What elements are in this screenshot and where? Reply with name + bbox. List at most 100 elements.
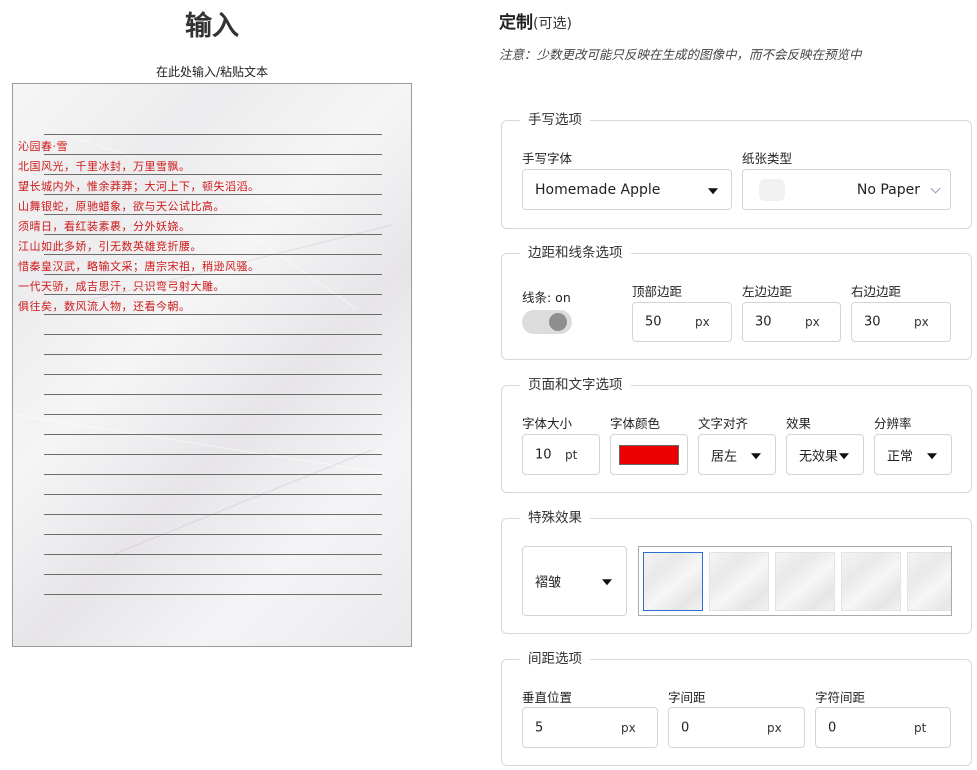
handwriting-options-legend: 手写选项 (520, 111, 590, 129)
font-size-value: 10 (535, 447, 552, 462)
color-swatch (619, 445, 679, 465)
word-spacing-label: 字间距 (668, 690, 706, 705)
handwritten-line: 俱往矣，数风流人物，还看今朝。 (18, 300, 191, 313)
right-margin-input[interactable]: 30 px (851, 302, 951, 342)
resolution-select[interactable]: 正常 (874, 434, 952, 475)
effect-thumbnail[interactable] (709, 552, 769, 611)
text-align-value: 居左 (711, 449, 738, 464)
ruled-line (44, 594, 382, 595)
effect-value: 无效果 (799, 449, 839, 464)
ruled-line (44, 314, 382, 315)
vertical-position-unit: px (621, 720, 636, 735)
font-color-picker[interactable] (610, 434, 688, 475)
ruled-line (44, 254, 382, 255)
left-margin-unit: px (805, 315, 820, 329)
handwriting-font-label: 手写字体 (522, 151, 573, 166)
effect-thumbnail[interactable] (775, 552, 835, 611)
paper-preview[interactable]: 沁园春·雪 北国风光，千里冰封，万里雪飘。 望长城内外，惟余莽莽；大河上下，顿失… (12, 83, 412, 647)
paper-type-value: No Paper (856, 181, 920, 198)
handwritten-line: 山舞银蛇，原驰蜡象，欲与天公试比高。 (18, 200, 225, 213)
lines-toggle[interactable] (522, 310, 572, 334)
effect-thumbnail[interactable] (643, 552, 703, 611)
ruled-line (44, 574, 382, 575)
caret-down-icon (751, 452, 761, 459)
resolution-label: 分辨率 (874, 416, 912, 431)
char-spacing-value: 0 (828, 720, 837, 735)
handwritten-line: 须晴日，看红装素裹，分外妖娆。 (18, 220, 191, 233)
chevron-down-icon (930, 183, 941, 194)
char-spacing-input[interactable]: 0 pt (815, 707, 951, 748)
special-effects-legend: 特殊效果 (520, 509, 590, 527)
word-spacing-unit: px (767, 720, 782, 735)
ruled-line (44, 134, 382, 135)
effect-select[interactable]: 无效果 (786, 434, 864, 475)
top-margin-label: 顶部边距 (632, 284, 683, 299)
effect-thumbnail[interactable] (841, 552, 901, 611)
word-spacing-input[interactable]: 0 px (668, 707, 805, 748)
right-margin-unit: px (914, 315, 929, 329)
customize-heading: 定制(可选) (499, 8, 572, 33)
handwritten-line: 望长城内外，惟余莽莽；大河上下，顿失滔滔。 (18, 180, 260, 193)
page-text-options-legend: 页面和文字选项 (520, 376, 631, 394)
resolution-value: 正常 (887, 449, 914, 464)
right-margin-value: 30 (864, 314, 881, 330)
special-effect-value: 褶皱 (535, 575, 562, 591)
font-color-label: 字体颜色 (610, 416, 661, 431)
ruled-line (44, 174, 382, 175)
ruled-line (44, 454, 382, 455)
preview-notice: 注意：少数更改可能只反映在生成的图像中，而不会反映在预览中 (499, 47, 862, 62)
left-margin-value: 30 (755, 314, 772, 330)
spacing-options-legend: 间距选项 (520, 650, 590, 668)
special-effect-select[interactable]: 褶皱 (522, 546, 627, 616)
ruled-line (44, 434, 382, 435)
customize-title: 定制 (499, 13, 533, 33)
handwriting-options-group: 手写选项 手写字体 Homemade Apple 纸张类型 No Paper (501, 111, 972, 229)
toggle-knob (549, 313, 567, 331)
caret-down-icon (708, 187, 718, 194)
paper-type-select[interactable]: No Paper (742, 169, 951, 210)
lines-toggle-label: 线条: on (522, 290, 571, 305)
paper-type-label: 纸张类型 (742, 151, 793, 166)
font-size-input[interactable]: 10 pt (522, 434, 600, 475)
effect-thumbnail[interactable] (907, 552, 951, 611)
vertical-position-input[interactable]: 5 px (522, 707, 658, 748)
ruled-line (44, 474, 382, 475)
ruled-line (44, 194, 382, 195)
font-size-unit: pt (565, 447, 578, 462)
left-margin-input[interactable]: 30 px (742, 302, 841, 342)
top-margin-unit: px (695, 315, 710, 329)
paper-thumbnail-icon (759, 179, 785, 201)
handwriting-font-select[interactable]: Homemade Apple (522, 169, 732, 210)
top-margin-input[interactable]: 50 px (632, 302, 732, 342)
handwritten-line: 一代天骄，成吉思汗，只识弯弓射大雕。 (18, 280, 225, 293)
handwritten-line: 江山如此多娇，引无数英雄竞折腰。 (18, 240, 202, 253)
effect-thumbnail-strip[interactable] (638, 546, 952, 616)
effect-label: 效果 (786, 416, 812, 431)
customize-optional: (可选) (533, 16, 572, 32)
ruled-line (44, 334, 382, 335)
text-align-select[interactable]: 居左 (698, 434, 776, 475)
char-spacing-unit: pt (914, 720, 927, 735)
vertical-position-value: 5 (535, 720, 544, 735)
caret-down-icon (927, 452, 937, 459)
ruled-line (44, 234, 382, 235)
margin-options-legend: 边距和线条选项 (520, 244, 631, 262)
font-size-label: 字体大小 (522, 416, 573, 431)
handwritten-line: 北国风光，千里冰封，万里雪飘。 (18, 160, 191, 173)
handwritten-line: 沁园春·雪 (18, 140, 68, 153)
ruled-line (44, 494, 382, 495)
handwritten-line: 惜秦皇汉武，略输文采；唐宗宋祖，稍逊风骚。 (18, 260, 260, 273)
special-effects-group: 特殊效果 褶皱 (501, 509, 972, 634)
ruled-line (44, 374, 382, 375)
paper-crease (112, 449, 373, 555)
caret-down-icon (602, 579, 612, 586)
word-spacing-value: 0 (681, 720, 690, 735)
ruled-line (44, 394, 382, 395)
text-align-label: 文字对齐 (698, 416, 749, 431)
ruled-line (44, 514, 382, 515)
spacing-options-group: 间距选项 垂直位置 5 px 字间距 0 px 字符间距 0 pt (501, 650, 972, 766)
ruled-line (44, 534, 382, 535)
ruled-line (44, 154, 382, 155)
left-margin-label: 左边边距 (742, 284, 793, 299)
ruled-line (44, 214, 382, 215)
